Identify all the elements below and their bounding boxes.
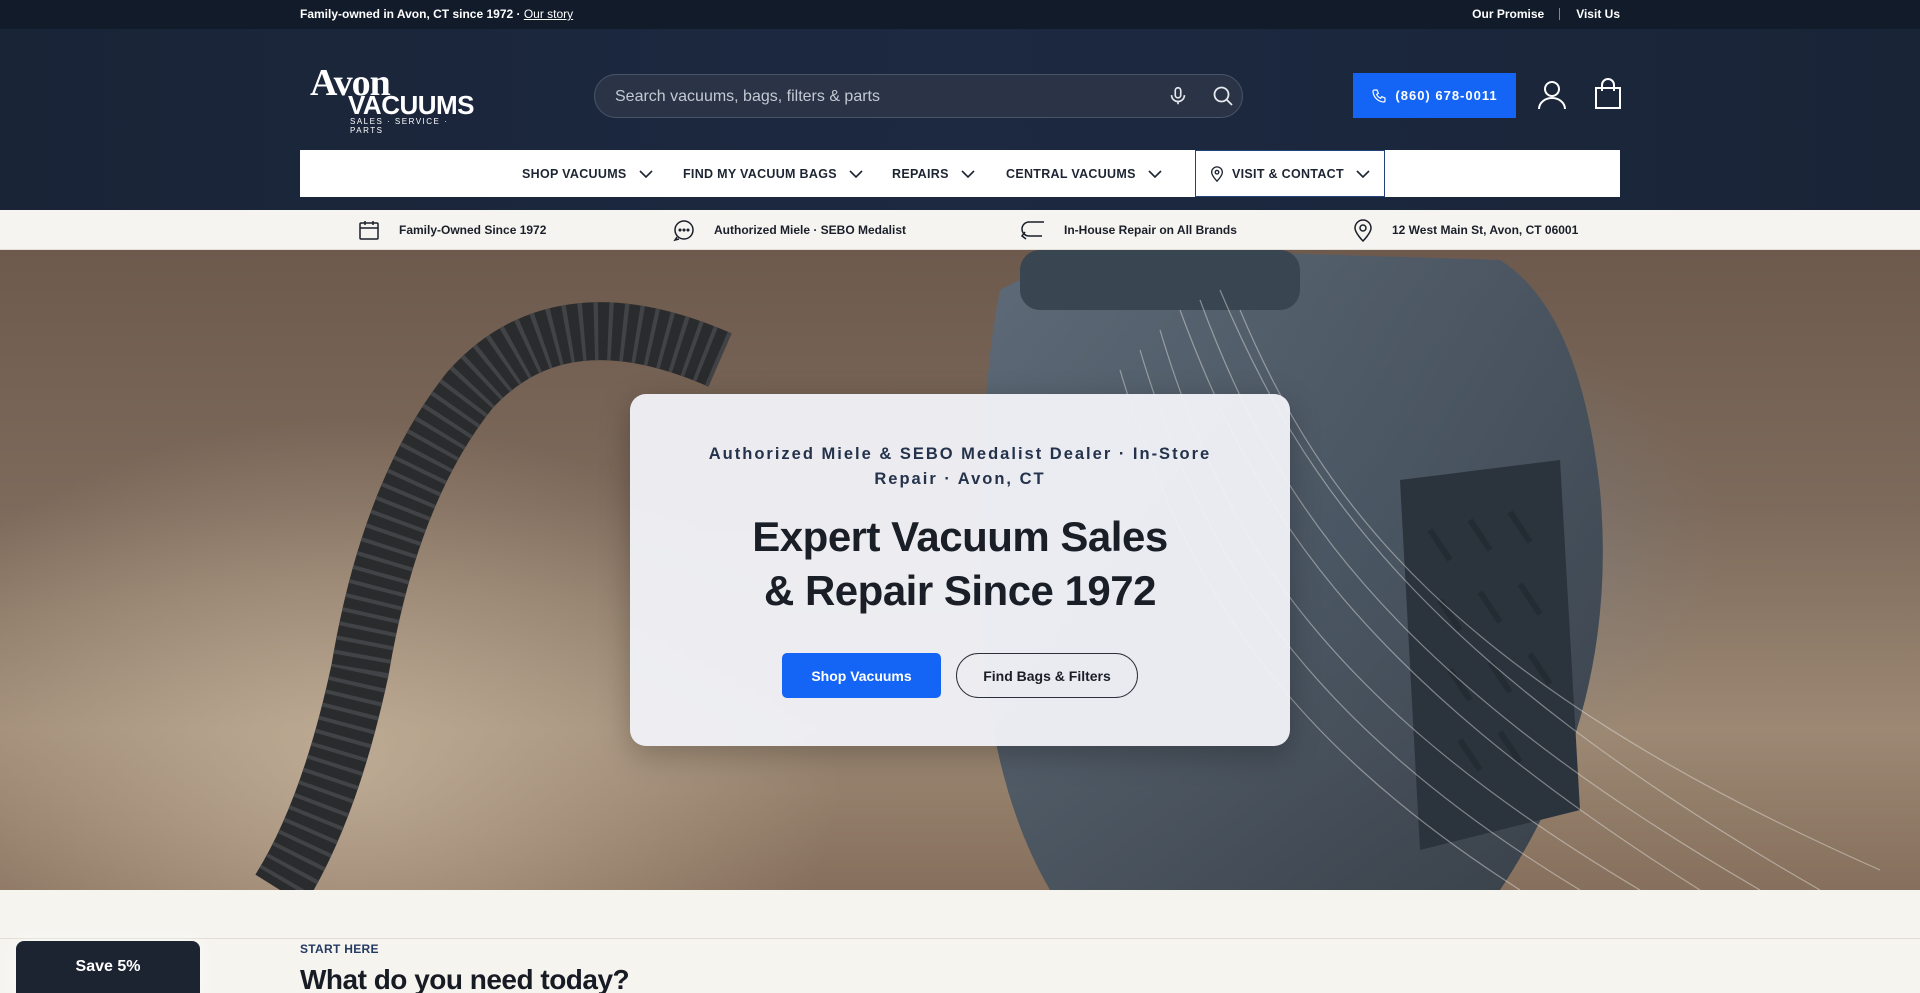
nav-visit-contact[interactable]: VISIT & CONTACT bbox=[1195, 150, 1385, 197]
trust-item-label: Authorized Miele · SEBO Medalist bbox=[714, 223, 907, 237]
return-arrow-icon bbox=[1020, 221, 1044, 240]
nav-find-my-vacuum-bags[interactable]: FIND MY VACUUM BAGS bbox=[683, 150, 863, 197]
trust-item-address: 12 West Main St, Avon, CT 06001 bbox=[1352, 210, 1578, 250]
hero-banner: Authorized Miele & SEBO Medalist Dealer … bbox=[0, 250, 1920, 890]
trust-item-label: In-House Repair on All Brands bbox=[1064, 223, 1237, 237]
hero-title: Expert Vacuum Sales & Repair Since 1972 bbox=[670, 510, 1250, 618]
location-pin-icon bbox=[1210, 165, 1224, 182]
trust-item-family-owned: Family-Owned Since 1972 bbox=[357, 210, 546, 250]
hero-title-line2: & Repair Since 1972 bbox=[763, 567, 1157, 614]
nav-item-label: SHOP VACUUMS bbox=[522, 166, 627, 181]
site-header: Avon VACUUMS SALES · SERVICE · PARTS Sea… bbox=[0, 29, 1920, 210]
shop-vacuums-button[interactable]: Shop Vacuums bbox=[782, 653, 941, 698]
section-kicker: START HERE bbox=[300, 942, 379, 956]
phone-icon bbox=[1372, 88, 1387, 103]
nav-item-label: REPAIRS bbox=[892, 166, 949, 181]
microphone-icon[interactable] bbox=[1167, 85, 1189, 107]
logo-tagline: SALES · SERVICE · PARTS bbox=[350, 117, 449, 135]
announcement-text: Family-owned in Avon, CT since 1972 · bbox=[300, 7, 524, 21]
announcement-left: Family-owned in Avon, CT since 1972 · Ou… bbox=[300, 7, 573, 21]
chevron-down-icon bbox=[1356, 169, 1370, 178]
location-pin-icon bbox=[1354, 219, 1372, 242]
chevron-down-icon bbox=[961, 169, 975, 178]
bag-icon[interactable] bbox=[1594, 78, 1622, 110]
phone-button[interactable]: (860) 678-0011 bbox=[1353, 73, 1516, 118]
chevron-down-icon bbox=[1148, 169, 1162, 178]
section-divider bbox=[0, 938, 1920, 939]
trust-item-authorized: Authorized Miele · SEBO Medalist bbox=[672, 210, 906, 250]
trust-item-label: Family-Owned Since 1972 bbox=[399, 223, 547, 237]
hero-title-line1: Expert Vacuum Sales bbox=[752, 513, 1168, 560]
nav-central-vacuums[interactable]: CENTRAL VACUUMS bbox=[1006, 150, 1162, 197]
nav-item-label: CENTRAL VACUUMS bbox=[1006, 166, 1136, 181]
visit-us-link[interactable]: Visit Us bbox=[1576, 7, 1620, 21]
trust-item-repair: In-House Repair on All Brands bbox=[1020, 210, 1237, 250]
logo[interactable]: Avon VACUUMS SALES · SERVICE · PARTS bbox=[306, 61, 478, 135]
nav-shop-vacuums[interactable]: SHOP VACUUMS bbox=[522, 150, 653, 197]
nav-item-label: FIND MY VACUUM BAGS bbox=[683, 166, 837, 181]
announcement-bar: Family-owned in Avon, CT since 1972 · Ou… bbox=[0, 0, 1920, 29]
phone-number: (860) 678-0011 bbox=[1395, 88, 1498, 103]
trust-bar: Family-Owned Since 1972 Authorized Miele… bbox=[0, 210, 1920, 250]
trust-item-label: 12 West Main St, Avon, CT 06001 bbox=[1392, 223, 1579, 237]
nav-item-label: VISIT & CONTACT bbox=[1232, 166, 1344, 181]
nav-repairs[interactable]: REPAIRS bbox=[892, 150, 975, 197]
search-bar[interactable]: Search vacuums, bags, filters & parts bbox=[594, 74, 1243, 118]
search-input[interactable]: Search vacuums, bags, filters & parts bbox=[615, 88, 880, 106]
chevron-down-icon bbox=[638, 169, 653, 178]
search-icon[interactable] bbox=[1211, 84, 1235, 108]
find-bags-filters-button[interactable]: Find Bags & Filters bbox=[956, 653, 1138, 698]
calendar-icon bbox=[359, 221, 379, 240]
announcement-right: Our Promise Visit Us bbox=[1472, 7, 1620, 21]
announcement-divider bbox=[1559, 8, 1561, 20]
our-promise-link[interactable]: Our Promise bbox=[1472, 7, 1544, 21]
main-nav: SHOP VACUUMS FIND MY VACUUM BAGS REPAIRS… bbox=[300, 150, 1620, 197]
hero-card: Authorized Miele & SEBO Medalist Dealer … bbox=[630, 394, 1290, 746]
chevron-down-icon bbox=[849, 169, 863, 178]
our-story-link[interactable]: Our story bbox=[524, 7, 573, 21]
chat-bubble-icon bbox=[673, 220, 694, 242]
section-title: What do you need today? bbox=[300, 964, 630, 993]
hero-eyebrow: Authorized Miele & SEBO Medalist Dealer … bbox=[708, 445, 1212, 488]
save-5-percent-button[interactable]: Save 5% bbox=[16, 941, 200, 993]
account-icon[interactable] bbox=[1536, 79, 1568, 111]
start-here-section: START HERE What do you need today? bbox=[0, 890, 1920, 993]
